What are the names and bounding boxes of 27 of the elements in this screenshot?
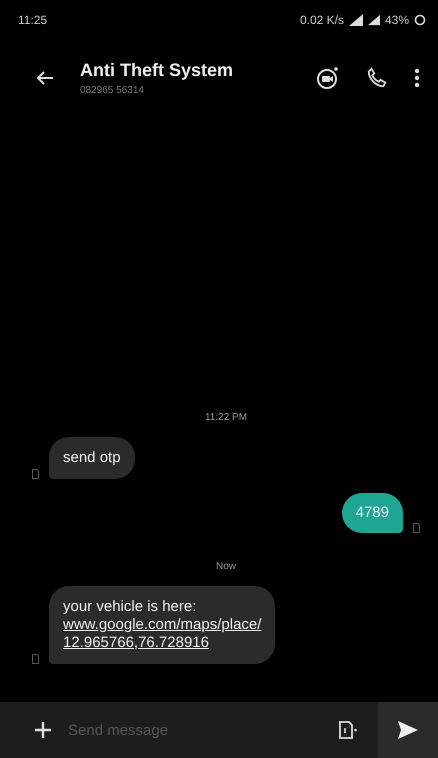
message-input-field[interactable]: Send message xyxy=(66,720,324,740)
message-text: your vehicle is here: xyxy=(63,598,198,616)
battery-level: 43% xyxy=(384,13,409,27)
more-options-icon[interactable] xyxy=(414,68,420,88)
sim-icon xyxy=(413,523,420,533)
signal-icon xyxy=(348,14,363,26)
signal-icon xyxy=(368,14,380,26)
video-call-icon[interactable] xyxy=(316,66,340,90)
message-timestamp: Now xyxy=(216,561,236,572)
map-link[interactable]: 12.965766,76.728916 xyxy=(63,634,262,652)
clock-time: 11:25 xyxy=(18,13,48,27)
contact-number: 082965 56314 xyxy=(80,85,145,96)
sim-icon xyxy=(32,654,39,664)
back-arrow-icon[interactable] xyxy=(36,70,54,86)
send-button[interactable] xyxy=(378,702,438,758)
network-speed: 0.02 K/s xyxy=(300,13,344,27)
outgoing-message-bubble: 4789 xyxy=(342,493,403,533)
sim-select-icon[interactable] xyxy=(338,720,358,740)
send-icon xyxy=(398,721,418,739)
message-text: send otp xyxy=(63,449,121,467)
contact-name: Anti Theft System xyxy=(80,60,234,81)
map-link[interactable]: www.google.com/maps/place/ xyxy=(63,616,262,634)
phone-icon[interactable] xyxy=(366,67,388,89)
add-icon[interactable] xyxy=(34,721,52,739)
message-timestamp: 11:22 PM xyxy=(204,412,248,423)
battery-ring-icon xyxy=(414,14,426,26)
sim-icon xyxy=(32,469,39,479)
